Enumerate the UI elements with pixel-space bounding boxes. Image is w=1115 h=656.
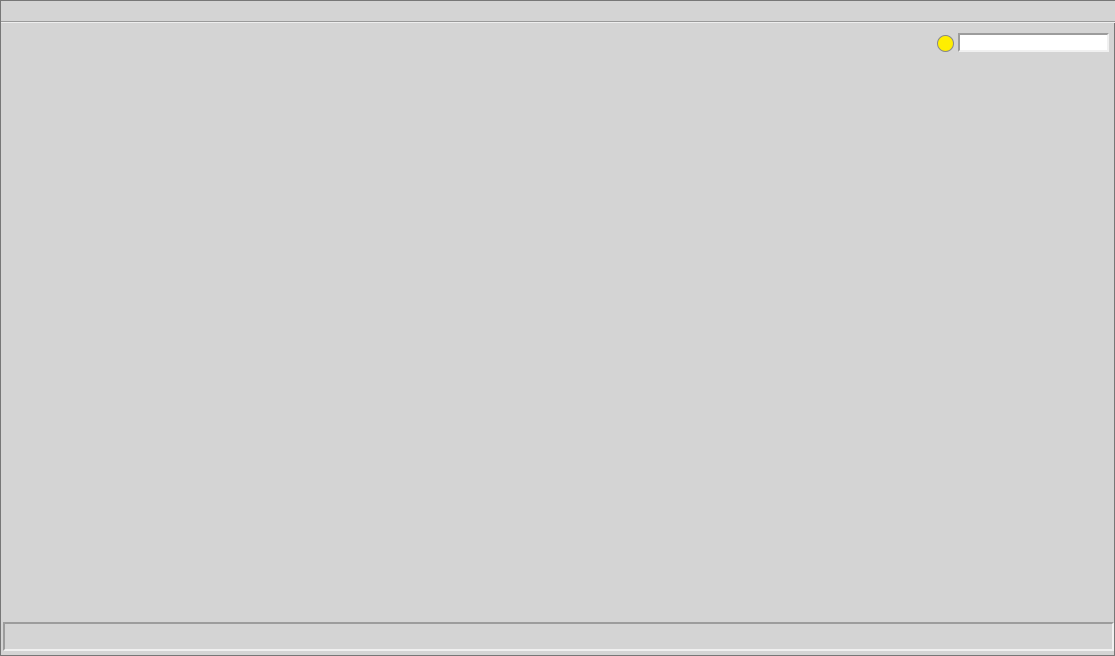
main-window <box>0 0 1115 656</box>
heartbeat-indicator <box>937 35 954 52</box>
status-bar <box>3 622 1114 651</box>
top-bar <box>1 1 1115 23</box>
status-datetime-field <box>958 33 1109 52</box>
